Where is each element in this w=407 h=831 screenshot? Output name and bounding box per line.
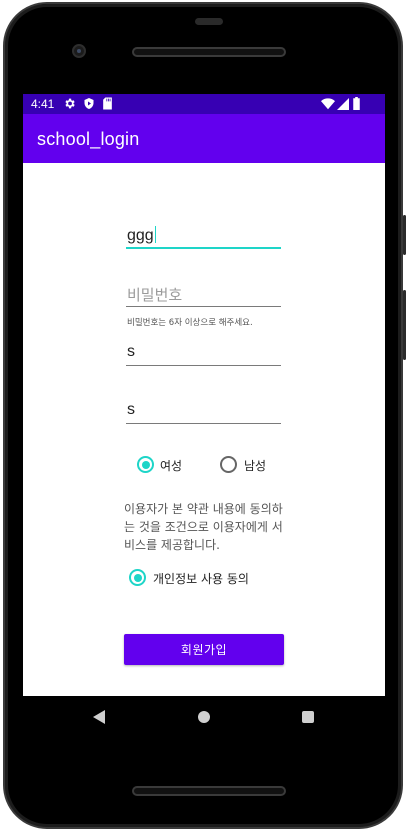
id-input-value: ggg	[127, 227, 154, 244]
password-input[interactable]: 비밀번호	[126, 281, 281, 307]
status-time: 4:41	[31, 97, 55, 111]
phone-top-notch	[195, 18, 223, 25]
play-protect-icon	[84, 98, 94, 109]
app-screen: 4:41 school_login ggg 비밀번호 비밀번호는 6자 이상으로…	[23, 94, 385, 696]
text-input-3-value: s	[127, 343, 135, 360]
text-input-4-value: s	[127, 401, 135, 418]
id-input[interactable]: ggg	[126, 223, 281, 249]
settings-icon	[65, 98, 75, 109]
bottom-speaker	[132, 786, 286, 796]
power-button	[403, 215, 406, 255]
volume-button	[403, 290, 406, 360]
earpiece-speaker	[132, 47, 286, 57]
text-input-3[interactable]: s	[126, 340, 281, 366]
recents-icon[interactable]	[302, 711, 314, 723]
text-cursor	[154, 226, 156, 243]
app-bar: school_login	[23, 114, 385, 163]
signup-button[interactable]: 회원가입	[124, 634, 284, 665]
app-title: school_login	[37, 129, 140, 149]
signal-icon	[337, 98, 349, 110]
status-bar: 4:41	[23, 94, 385, 114]
password-placeholder: 비밀번호	[127, 286, 183, 304]
male-radio[interactable]	[220, 456, 237, 473]
female-radio[interactable]	[137, 456, 154, 473]
male-label[interactable]: 남성	[244, 457, 266, 474]
wifi-icon	[321, 98, 335, 110]
password-hint: 비밀번호는 6자 이상으로 해주세요.	[127, 318, 253, 328]
text-input-4[interactable]: s	[126, 398, 281, 424]
sd-card-icon	[103, 97, 112, 110]
back-icon[interactable]	[93, 710, 107, 724]
battery-icon	[353, 97, 360, 110]
terms-notice: 이용자가 본 약관 내용에 동의하 는 것을 조건으로 이용자에게 서 비스를 …	[124, 502, 283, 552]
front-camera	[72, 44, 86, 58]
female-label[interactable]: 여성	[160, 457, 182, 474]
home-icon[interactable]	[198, 711, 210, 723]
privacy-consent-label[interactable]: 개인정보 사용 동의	[153, 570, 249, 587]
privacy-consent-radio[interactable]	[129, 569, 146, 586]
navigation-bar	[23, 696, 385, 738]
